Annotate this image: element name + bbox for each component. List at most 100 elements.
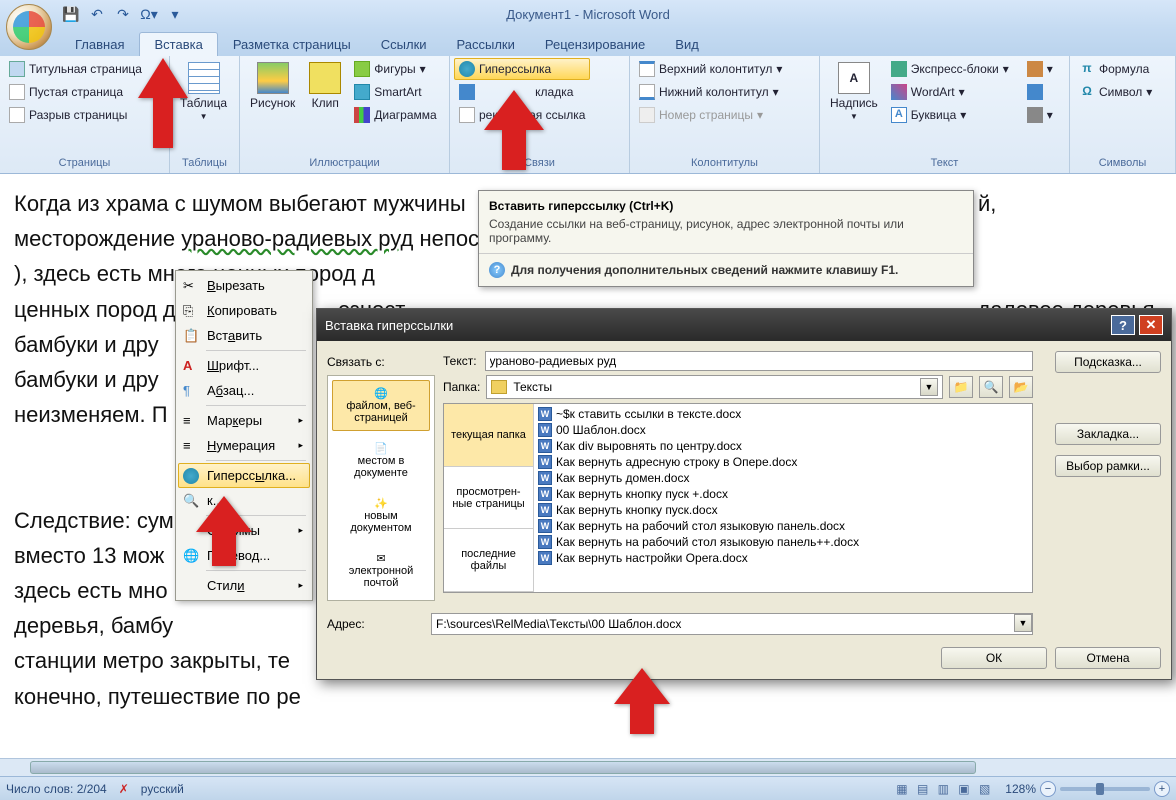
word-count[interactable]: Число слов: 2/204 <box>6 782 107 796</box>
blank-page-button[interactable]: Пустая страница <box>4 81 147 103</box>
date-button[interactable] <box>1022 81 1058 103</box>
ctx-copy[interactable]: ⎘Копировать <box>178 298 310 323</box>
word-doc-icon <box>538 519 552 533</box>
bt-current[interactable]: текущая папка <box>444 404 533 467</box>
page-break-button[interactable]: Разрыв страницы <box>4 104 147 126</box>
text-input[interactable] <box>485 351 1033 371</box>
bookmark-target-icon: 📄 <box>374 442 388 455</box>
bookmark-button[interactable]: Закладкакладка <box>454 81 590 103</box>
textbox-button[interactable]: AНадпись▼ <box>824 58 884 125</box>
smartart-button[interactable]: SmartArt <box>349 81 441 103</box>
hyperlink-button[interactable]: Гиперссылка <box>454 58 590 80</box>
file-web-icon: 🌐 <box>374 387 388 400</box>
ctx-font[interactable]: AШрифт... <box>178 353 310 378</box>
tab-mailings[interactable]: Рассылки <box>442 32 530 56</box>
file-item[interactable]: 00 Шаблон.docx <box>536 422 1030 438</box>
pagenum-button[interactable]: Номер страницы ▾ <box>634 104 787 126</box>
file-item[interactable]: Как вернуть домен.docx <box>536 470 1030 486</box>
web-button[interactable]: 🔍 <box>979 376 1003 398</box>
ctx-para[interactable]: ¶Абзац... <box>178 378 310 403</box>
tab-insert[interactable]: Вставка <box>139 32 217 56</box>
ctx-translate[interactable]: 🌐Перевод... <box>178 543 310 568</box>
footer-button[interactable]: Нижний колонтитул ▾ <box>634 81 787 103</box>
save-icon[interactable]: 💾 <box>60 3 82 25</box>
address-dropdown[interactable]: ▼ <box>1014 614 1032 632</box>
clip-button[interactable]: Клип <box>303 58 347 114</box>
address-input[interactable] <box>432 614 1014 634</box>
dropcap-button[interactable]: AБуквица ▾ <box>886 104 1014 126</box>
ctx-styles[interactable]: Стили▸ <box>178 573 310 598</box>
file-item[interactable]: Как вернуть настройки Opera.docx <box>536 550 1030 566</box>
file-item[interactable]: ~$к ставить ссылки в тексте.docx <box>536 406 1030 422</box>
shapes-button[interactable]: Фигуры ▾ <box>349 58 441 80</box>
cancel-button[interactable]: Отмена <box>1055 647 1161 669</box>
tab-references[interactable]: Ссылки <box>366 32 442 56</box>
wordart-button[interactable]: WordArt ▾ <box>886 81 1014 103</box>
tab-view[interactable]: Вид <box>660 32 714 56</box>
chart-button[interactable]: Диаграмма <box>349 104 441 126</box>
link-to-email[interactable]: ✉электронной почтой <box>332 545 430 596</box>
ctx-bullets[interactable]: ≡Маркеры▸ <box>178 408 310 433</box>
tab-home[interactable]: Главная <box>60 32 139 56</box>
ctx-cut[interactable]: ✂Вырезать <box>178 273 310 298</box>
spell-icon[interactable]: ✗ <box>119 782 129 796</box>
ctx-search[interactable]: 🔍к... <box>178 488 310 513</box>
view-buttons[interactable]: ▦ ▤ ▥ ▣ ▧ <box>896 782 993 796</box>
zoom-in[interactable]: + <box>1154 781 1170 797</box>
group-links-label: Связи <box>454 155 625 171</box>
dialog-close-button[interactable]: ✕ <box>1139 315 1163 335</box>
ok-button[interactable]: ОК <box>941 647 1047 669</box>
up-button[interactable]: 📁 <box>949 376 973 398</box>
omega-icon[interactable]: Ω▾ <box>138 3 160 25</box>
tab-review[interactable]: Рецензирование <box>530 32 660 56</box>
zoom-slider[interactable] <box>1060 787 1150 791</box>
file-item[interactable]: Как div выровнять по центру.docx <box>536 438 1030 454</box>
file-item[interactable]: Как вернуть на рабочий стол языковую пан… <box>536 534 1030 550</box>
qat-menu-icon[interactable]: ▾ <box>164 3 186 25</box>
symbol-button[interactable]: ΩСимвол ▾ <box>1074 81 1157 103</box>
word-doc-icon <box>538 471 552 485</box>
table-button[interactable]: Таблица▼ <box>174 58 233 125</box>
picture-button[interactable]: Рисунок <box>244 58 301 114</box>
redo-icon[interactable]: ↷ <box>112 3 134 25</box>
tab-layout[interactable]: Разметка страницы <box>218 32 366 56</box>
file-item[interactable]: Как вернуть на рабочий стол языковую пан… <box>536 518 1030 534</box>
link-to-file[interactable]: 🌐файлом, веб-страницей <box>332 380 430 431</box>
dialog-titlebar[interactable]: Вставка гиперссылки ? ✕ <box>317 309 1171 341</box>
zoom-out[interactable]: − <box>1040 781 1056 797</box>
ctx-synonyms[interactable]: С онимы▸ <box>178 518 310 543</box>
browse-button[interactable]: 📂 <box>1009 376 1033 398</box>
equation-button[interactable]: πФормула <box>1074 58 1157 80</box>
cover-page-button[interactable]: Титульная страница <box>4 58 147 80</box>
office-button[interactable] <box>6 4 52 50</box>
file-item[interactable]: Как вернуть кнопку пуск.docx <box>536 502 1030 518</box>
quickparts-button[interactable]: Экспресс-блоки ▾ <box>886 58 1014 80</box>
link-to-place[interactable]: 📄местом в документе <box>332 435 430 486</box>
header-button[interactable]: Верхний колонтитул ▾ <box>634 58 787 80</box>
file-item[interactable]: Как вернуть адресную строку в Опере.docx <box>536 454 1030 470</box>
statusbar: Число слов: 2/204 ✗ русский ▦ ▤ ▥ ▣ ▧ 12… <box>0 776 1176 800</box>
horizontal-scrollbar[interactable] <box>0 758 1176 776</box>
bt-browsed[interactable]: просмотрен-ные страницы <box>444 467 533 530</box>
email-icon: ✉ <box>376 552 385 565</box>
file-item[interactable]: Как вернуть кнопку пуск +.docx <box>536 486 1030 502</box>
target-frame-button[interactable]: Выбор рамки... <box>1055 455 1161 477</box>
ctx-paste[interactable]: 📋Вставить <box>178 323 310 348</box>
folder-combo[interactable]: Тексты ▼ <box>486 375 943 399</box>
bookmark-dlg-button[interactable]: Закладка... <box>1055 423 1161 445</box>
dialog-help-button[interactable]: ? <box>1111 315 1135 335</box>
object-button[interactable]: ▾ <box>1022 104 1058 126</box>
crossref-button[interactable]: рекрестная ссылка <box>454 104 590 126</box>
link-to-new[interactable]: ✨новым документом <box>332 490 430 541</box>
ctx-numbering[interactable]: ≡Нумерация▸ <box>178 433 310 458</box>
file-list[interactable]: ~$к ставить ссылки в тексте.docx00 Шабло… <box>534 404 1032 592</box>
sig-button[interactable]: ▾ <box>1022 58 1058 80</box>
bt-recent[interactable]: последние файлы <box>444 529 533 592</box>
language[interactable]: русский <box>141 782 184 796</box>
ctx-hyperlink[interactable]: Гиперссылка... <box>178 463 310 488</box>
search-icon: 🔍 <box>183 493 199 509</box>
zoom-value[interactable]: 128% <box>1005 782 1036 796</box>
screentip-button[interactable]: Подсказка... <box>1055 351 1161 373</box>
undo-icon[interactable]: ↶ <box>86 3 108 25</box>
folder-dropdown[interactable]: ▼ <box>920 378 938 396</box>
